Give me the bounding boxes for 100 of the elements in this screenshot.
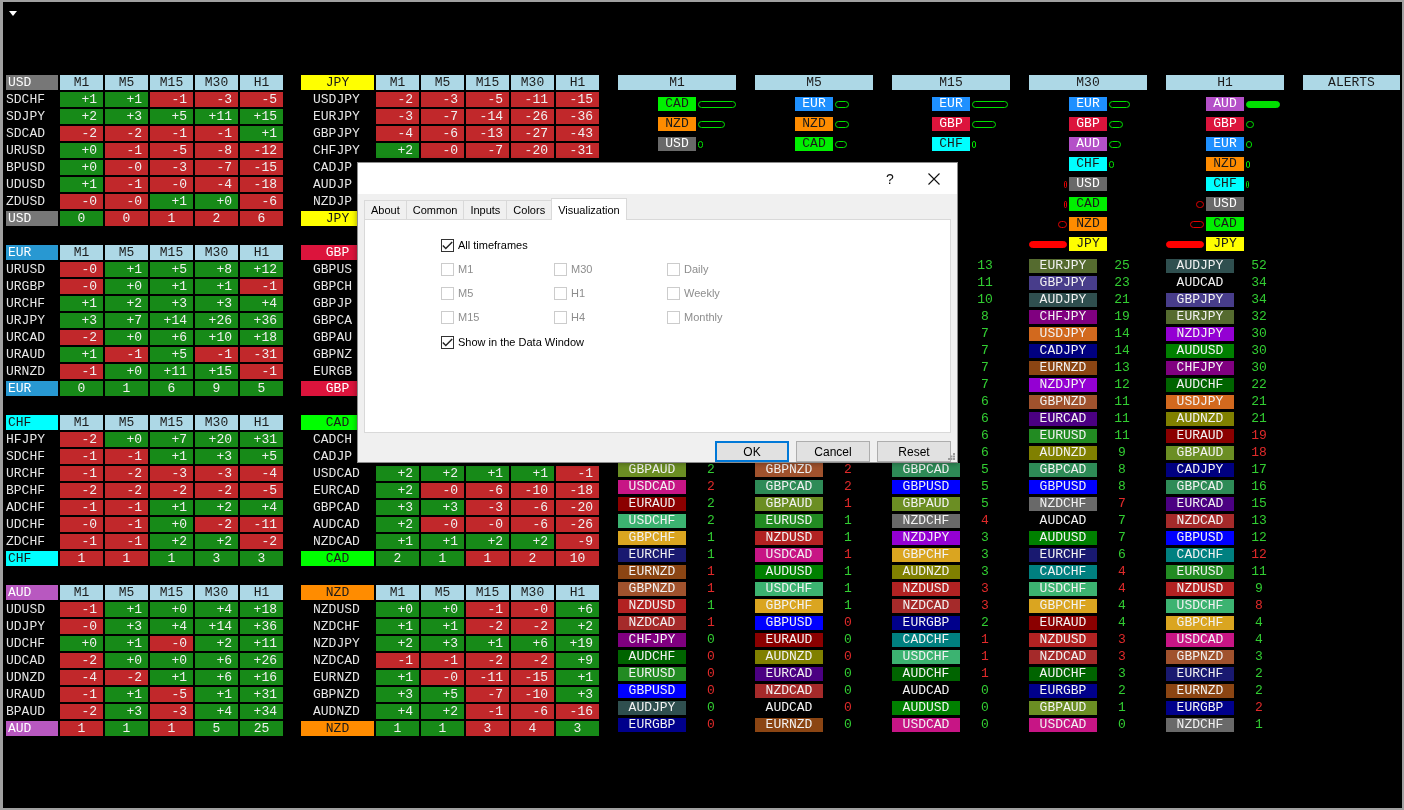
pair-tag: EURUSD xyxy=(755,514,823,528)
value-cell: -1 xyxy=(421,653,464,668)
tab[interactable]: Visualization xyxy=(551,198,627,220)
help-button[interactable]: ? xyxy=(880,168,900,189)
score-value: 3 xyxy=(981,548,989,562)
value-cell: +18 xyxy=(240,602,283,617)
value-cell: +1 xyxy=(376,534,419,549)
pair-label: GBPCAD xyxy=(313,500,360,515)
pair-tag: AUDJPY xyxy=(1166,259,1234,273)
pair-tag: USDJPY xyxy=(1166,395,1234,409)
value-cell: -15 xyxy=(556,92,599,107)
currency-tag: CHF xyxy=(1206,177,1244,191)
pair-label: BPAUD xyxy=(6,704,45,719)
tab[interactable]: Inputs xyxy=(463,200,508,219)
score-value: 22 xyxy=(1251,378,1267,392)
resize-grip-icon[interactable] xyxy=(948,453,955,460)
value-cell: +0 xyxy=(376,602,419,617)
value-cell: +3 xyxy=(105,619,148,634)
pair-label: EURNZD xyxy=(313,670,360,685)
pair-label: GBPJPY xyxy=(313,126,360,141)
value-cell: -9 xyxy=(556,534,599,549)
score-value: 6 xyxy=(1118,548,1126,562)
score-value: 0 xyxy=(981,701,989,715)
tab[interactable]: About xyxy=(364,200,407,219)
pair-label: SDCHF xyxy=(6,92,45,107)
value-cell: +1 xyxy=(150,500,193,515)
value-cell: +1 xyxy=(150,194,193,209)
pair-label: SDJPY xyxy=(6,109,45,124)
pair-tag: GBPCHF xyxy=(755,599,823,613)
value-cell: -7 xyxy=(466,143,509,158)
value-cell: -16 xyxy=(556,704,599,719)
value-cell: -0 xyxy=(511,602,554,617)
score-value: 0 xyxy=(844,701,852,715)
checkbox-label: H1 xyxy=(571,287,586,299)
pair-tag: EURAUD xyxy=(618,497,686,511)
value-cell: -1 xyxy=(60,534,103,549)
value-cell: -2 xyxy=(511,619,554,634)
pair-tag: CADCHF xyxy=(1166,548,1234,562)
value-cell: +7 xyxy=(150,432,193,447)
value-cell: +36 xyxy=(240,619,283,634)
value-cell: -1 xyxy=(105,449,148,464)
pair-tag: GBPUSD xyxy=(618,684,686,698)
value-cell: +6 xyxy=(150,330,193,345)
score-value: 2 xyxy=(707,514,715,528)
score-value: 5 xyxy=(981,480,989,494)
score-value: 2 xyxy=(981,616,989,630)
pair-tag: NZDCAD xyxy=(755,684,823,698)
pair-tag: GBPCHF xyxy=(892,548,960,562)
value-cell: -27 xyxy=(511,126,554,141)
value-cell: +4 xyxy=(240,500,283,515)
value-cell: -5 xyxy=(150,687,193,702)
value-cell: -0 xyxy=(105,194,148,209)
column-header: H1 xyxy=(556,585,599,600)
pair-tag: USDCAD xyxy=(1166,633,1234,647)
value-cell: +0 xyxy=(105,653,148,668)
score-value: 0 xyxy=(844,616,852,630)
value-cell: +1 xyxy=(466,466,509,481)
value-cell: -2 xyxy=(60,653,103,668)
value-cell: -31 xyxy=(556,143,599,158)
value-cell: +1 xyxy=(421,619,464,634)
pair-tag: AUDJPY xyxy=(618,701,686,715)
value-cell: +2 xyxy=(105,296,148,311)
value-cell: +1 xyxy=(105,636,148,651)
value-cell: +15 xyxy=(195,364,238,379)
total-cell: 1 xyxy=(105,551,148,566)
currency-label: EUR xyxy=(6,381,58,396)
score-value: 1 xyxy=(1118,701,1126,715)
pair-label: NZDCHF xyxy=(313,619,360,634)
value-cell: -0 xyxy=(60,194,103,209)
pair-label: ADCHF xyxy=(6,500,45,515)
value-cell: +1 xyxy=(105,687,148,702)
value-cell: -26 xyxy=(556,517,599,532)
value-cell: +2 xyxy=(376,466,419,481)
total-cell: 1 xyxy=(150,721,193,736)
pair-tag: NZDJPY xyxy=(1166,327,1234,341)
checkbox[interactable] xyxy=(441,335,454,349)
pair-tag: GBPAUD xyxy=(892,497,960,511)
checkbox[interactable] xyxy=(441,238,454,252)
value-cell: +2 xyxy=(556,619,599,634)
dialog-button[interactable]: OK xyxy=(715,441,789,462)
pair-tag: NZDCAD xyxy=(892,599,960,613)
currency-label: AUD xyxy=(6,585,58,600)
value-cell: +0 xyxy=(60,143,103,158)
value-cell: +2 xyxy=(376,483,419,498)
total-cell: 5 xyxy=(195,721,238,736)
checkbox-label: All timeframes xyxy=(458,239,528,251)
score-value: 6 xyxy=(981,446,989,460)
caret-icon[interactable] xyxy=(9,11,17,16)
score-value: 1 xyxy=(844,565,852,579)
value-cell: +5 xyxy=(150,109,193,124)
value-cell: +1 xyxy=(60,296,103,311)
score-value: 1 xyxy=(981,667,989,681)
dialog-button[interactable]: Cancel xyxy=(796,441,870,462)
score-value: 3 xyxy=(981,531,989,545)
pair-tag: AUDUSD xyxy=(1029,531,1097,545)
dialog-button[interactable]: Reset xyxy=(877,441,951,462)
value-cell: +1 xyxy=(150,279,193,294)
pair-label: NZDJP xyxy=(313,194,352,209)
total-cell: 2 xyxy=(376,551,419,566)
pair-tag: EURNZD xyxy=(1166,684,1234,698)
